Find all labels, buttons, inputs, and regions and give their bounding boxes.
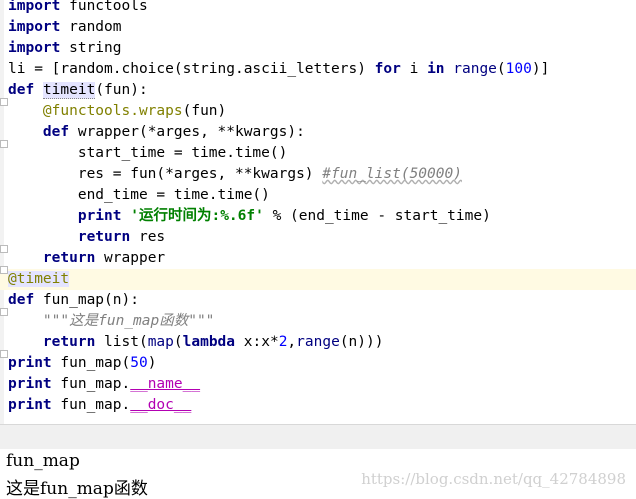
code-text: (fun): (95, 82, 148, 98)
keyword: print (77, 208, 122, 224)
code-line-18[interactable]: print fun_map(50) (8, 353, 156, 374)
code-text: li = [random.choice(string.ascii_letters… (8, 61, 375, 77)
code-line-12[interactable]: return res (8, 227, 165, 248)
code-text: , (287, 334, 297, 350)
code-text: (fun) (182, 103, 227, 119)
keyword: def (42, 124, 70, 140)
code-comment: #fun_list(50000) (322, 166, 462, 182)
code-line-7[interactable]: def wrapper(*arges, **kwargs): (8, 122, 305, 143)
code-text: i (400, 61, 428, 77)
code-line-20[interactable]: print fun_map.__doc__ (8, 395, 191, 416)
builtin-name: range (453, 61, 497, 77)
code-line-1[interactable]: import functools (8, 0, 148, 17)
code-text: list( (95, 334, 148, 350)
code-line-14[interactable]: @timeit (8, 269, 70, 290)
code-text: res (130, 229, 166, 245)
code-text: start_time = time.time() (8, 145, 288, 161)
keyword: print (8, 355, 52, 371)
fold-marker[interactable] (0, 245, 8, 253)
keyword: lambda (182, 334, 236, 350)
function-name: timeit (42, 82, 96, 99)
code-text: )] (531, 61, 550, 77)
keyword: import (8, 40, 61, 56)
keyword: def (8, 82, 35, 98)
keyword: return (42, 334, 96, 350)
code-text: functools (60, 0, 148, 14)
code-editor[interactable]: import functools import random import st… (0, 0, 636, 424)
number-literal: 50 (130, 355, 148, 371)
editor-gutter (0, 0, 4, 424)
keyword: in (427, 61, 445, 77)
code-text: (n))) (339, 334, 384, 350)
code-text: ( (173, 334, 183, 350)
code-line-5[interactable]: def timeit(fun): (8, 80, 148, 101)
code-text: fun_map( (51, 355, 131, 371)
panel-divider[interactable] (0, 424, 636, 450)
keyword: return (42, 250, 96, 266)
code-text: string (60, 40, 122, 56)
code-line-17[interactable]: return list(map(lambda x:x*2,range(n))) (8, 332, 384, 353)
console-output-line: fun_map (6, 451, 80, 471)
fold-marker[interactable] (0, 350, 8, 358)
current-line-highlight (0, 269, 636, 290)
keyword: for (374, 61, 401, 77)
keyword: print (8, 376, 52, 392)
code-line-3[interactable]: import string (8, 38, 122, 59)
code-text: wrapper (95, 250, 166, 266)
code-line-8[interactable]: start_time = time.time() (8, 143, 288, 164)
code-line-2[interactable]: import random (8, 17, 122, 38)
code-line-4[interactable]: li = [random.choice(string.ascii_letters… (8, 59, 549, 80)
keyword: print (8, 397, 52, 413)
fold-marker[interactable] (0, 308, 8, 316)
dunder-attribute: __name__ (130, 376, 201, 392)
code-text: fun_map. (51, 397, 131, 413)
code-line-16[interactable]: """这是fun_map函数""" (8, 311, 215, 332)
decorator: @functools.wraps (42, 103, 183, 119)
fold-marker[interactable] (0, 266, 8, 274)
docstring: """这是fun_map函数""" (42, 313, 215, 329)
code-line-6[interactable]: @functools.wraps(fun) (8, 101, 226, 122)
code-text: end_time = time.time() (8, 187, 270, 203)
code-text: x:x* (235, 334, 279, 350)
builtin-name: map (147, 334, 174, 350)
code-text: res = fun(*arges, **kwargs) (8, 166, 323, 182)
code-text: random (60, 19, 122, 35)
code-line-13[interactable]: return wrapper (8, 248, 165, 269)
code-text: ) (147, 355, 157, 371)
fold-marker[interactable] (0, 140, 8, 148)
code-line-15[interactable]: def fun_map(n): (8, 290, 139, 311)
code-text: % (end_time - start_time) (263, 208, 491, 224)
code-line-10[interactable]: end_time = time.time() (8, 185, 270, 206)
string-literal: '运行时间为:%.6f' (130, 208, 264, 224)
code-line-9[interactable]: res = fun(*arges, **kwargs) #fun_list(50… (8, 164, 462, 185)
keyword: return (77, 229, 131, 245)
keyword: def (8, 292, 35, 308)
code-text: fun_map. (51, 376, 131, 392)
builtin-name: range (296, 334, 340, 350)
dunder-attribute: __doc__ (130, 397, 192, 413)
decorator: @timeit (8, 271, 70, 287)
code-text: fun_map(n): (34, 292, 139, 308)
code-line-19[interactable]: print fun_map.__name__ (8, 374, 200, 395)
console-output-line: 这是fun_map函数 (6, 479, 148, 499)
code-text: wrapper(*arges, **kwargs): (69, 124, 305, 140)
code-text: ( (496, 61, 506, 77)
code-line-11[interactable]: print '运行时间为:%.6f' % (end_time - start_t… (8, 206, 491, 227)
keyword: import (8, 19, 61, 35)
number-literal: 100 (505, 61, 532, 77)
keyword: import (8, 0, 61, 14)
watermark-text: https://blog.csdn.net/qq_42784898 (361, 470, 626, 488)
fold-marker[interactable] (0, 98, 8, 106)
